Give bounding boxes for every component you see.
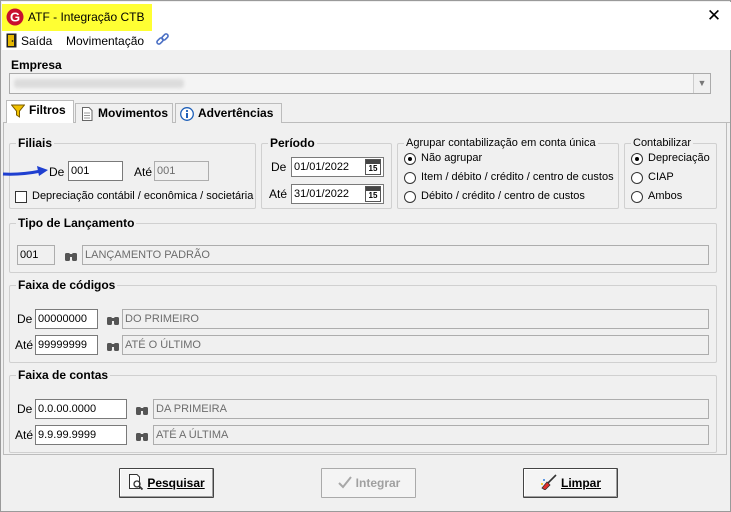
periodo-ate-value: 31/01/2022 <box>294 188 350 200</box>
faixa-codigos-de-input[interactable]: 00000000 <box>35 309 98 329</box>
calendar-icon[interactable]: 15 <box>365 186 381 202</box>
contabilizar-option-label: Depreciação <box>648 152 710 164</box>
faixa-codigos-ate-label: Até <box>15 338 34 352</box>
filiais-ate-input[interactable]: 001 <box>154 161 209 181</box>
search-document-icon <box>129 474 144 491</box>
agrupar-radio-debito[interactable] <box>404 191 416 203</box>
agrupar-option-label: Débito / crédito / centro de custos <box>421 190 585 202</box>
tipo-lancamento-desc-input: LANÇAMENTO PADRÃO <box>82 245 709 265</box>
app-logo-icon: G <box>6 8 24 26</box>
annotation-arrow-icon <box>2 166 48 176</box>
tab-movimentos[interactable]: Movimentos <box>75 103 173 123</box>
calendar-icon[interactable]: 15 <box>365 159 381 175</box>
filiais-ate-label: Até <box>134 165 153 179</box>
filiais-title: Filiais <box>16 136 55 150</box>
binoculars-icon[interactable] <box>106 314 120 326</box>
faixa-contas-ate-input[interactable]: 9.9.99.9999 <box>35 425 127 445</box>
faixa-codigos-ate-input[interactable]: 99999999 <box>35 335 98 355</box>
exit-door-icon <box>6 33 17 48</box>
calendar-day-label: 15 <box>368 164 378 173</box>
faixa-codigos-de-desc: DO PRIMEIRO <box>122 309 709 329</box>
contabilizar-radio-depreciacao[interactable] <box>631 153 643 165</box>
info-icon <box>180 107 194 121</box>
document-icon <box>82 107 93 121</box>
tipo-lancamento-title: Tipo de Lançamento <box>16 216 137 230</box>
faixa-contas-ate-label: Até <box>15 428 34 442</box>
contabilizar-radio-ciap[interactable] <box>631 172 643 184</box>
chevron-down-icon[interactable]: ▼ <box>693 74 710 93</box>
filiais-de-label: De <box>49 165 65 179</box>
faixa-contas-de-label: De <box>17 402 33 416</box>
contabilizar-radio-ambos[interactable] <box>631 191 643 203</box>
binoculars-icon[interactable] <box>106 340 120 352</box>
menu-saida[interactable]: Saída <box>21 34 52 48</box>
binoculars-icon[interactable] <box>64 250 78 262</box>
checkmark-icon <box>337 476 352 489</box>
empresa-label: Empresa <box>11 58 62 72</box>
tipo-lancamento-code-input[interactable]: 001 <box>17 245 55 265</box>
periodo-de-value: 01/01/2022 <box>294 161 350 173</box>
svg-text:G: G <box>10 10 20 25</box>
menu-movimentacao[interactable]: Movimentação <box>66 34 144 48</box>
tab-advertencias[interactable]: Advertências <box>175 103 282 123</box>
faixa-codigos-de-label: De <box>17 312 33 326</box>
contabilizar-title: Contabilizar <box>631 136 694 150</box>
tab-filtros-label: Filtros <box>29 103 66 117</box>
empresa-blurred-value <box>14 79 184 88</box>
integrar-button[interactable]: Integrar <box>321 468 416 498</box>
app-window: G ATF - Integração CTB ✕ Saída Movimenta… <box>0 0 731 512</box>
limpar-button[interactable]: Limpar <box>523 468 618 498</box>
agrupar-radio-nao-agrupar[interactable] <box>404 153 416 165</box>
depreciacao-checkbox-label: Depreciação contábil / econômica / socie… <box>32 190 254 202</box>
filter-icon <box>11 104 25 118</box>
faixa-contas-de-desc: DA PRIMEIRA <box>153 399 709 419</box>
periodo-ate-label: Até <box>269 187 288 201</box>
tab-filtros[interactable]: Filtros <box>6 100 74 123</box>
calendar-day-label: 15 <box>368 191 378 200</box>
agrupar-radio-item[interactable] <box>404 172 416 184</box>
tab-advertencias-label: Advertências <box>198 106 274 120</box>
periodo-de-label: De <box>271 160 287 174</box>
integrar-label: Integrar <box>355 476 401 490</box>
eraser-broom-icon <box>540 474 557 491</box>
faixa-codigos-title: Faixa de códigos <box>16 278 118 292</box>
window-title: ATF - Integração CTB <box>28 10 145 24</box>
tab-movimentos-label: Movimentos <box>98 106 169 120</box>
binoculars-icon[interactable] <box>135 404 149 416</box>
contabilizar-option-label: CIAP <box>648 171 674 183</box>
filiais-de-input[interactable]: 001 <box>68 161 123 181</box>
agrupar-title: Agrupar contabilização em conta única <box>404 136 598 150</box>
pesquisar-button[interactable]: Pesquisar <box>119 468 214 498</box>
menu-bar: Saída Movimentação <box>2 32 731 50</box>
depreciacao-checkbox[interactable] <box>15 191 27 203</box>
pesquisar-label: Pesquisar <box>147 476 205 490</box>
empresa-select[interactable]: ▼ <box>9 73 711 94</box>
faixa-codigos-ate-desc: ATÉ O ÚLTIMO <box>122 335 709 355</box>
agrupar-option-label: Não agrupar <box>421 152 483 164</box>
binoculars-icon[interactable] <box>135 430 149 442</box>
limpar-label: Limpar <box>560 476 601 490</box>
periodo-title: Período <box>268 136 317 150</box>
contabilizar-option-label: Ambos <box>648 190 683 202</box>
agrupar-option-label: Item / débito / crédito / centro de cust… <box>421 171 614 183</box>
faixa-contas-title: Faixa de contas <box>16 368 111 382</box>
faixa-contas-ate-desc: ATÉ A ÚLTIMA <box>153 425 709 445</box>
close-icon[interactable]: ✕ <box>706 7 722 24</box>
link-chain-icon[interactable] <box>155 32 170 48</box>
faixa-contas-de-input[interactable]: 0.0.00.0000 <box>35 399 127 419</box>
title-bar: G ATF - Integração CTB ✕ <box>2 2 731 32</box>
